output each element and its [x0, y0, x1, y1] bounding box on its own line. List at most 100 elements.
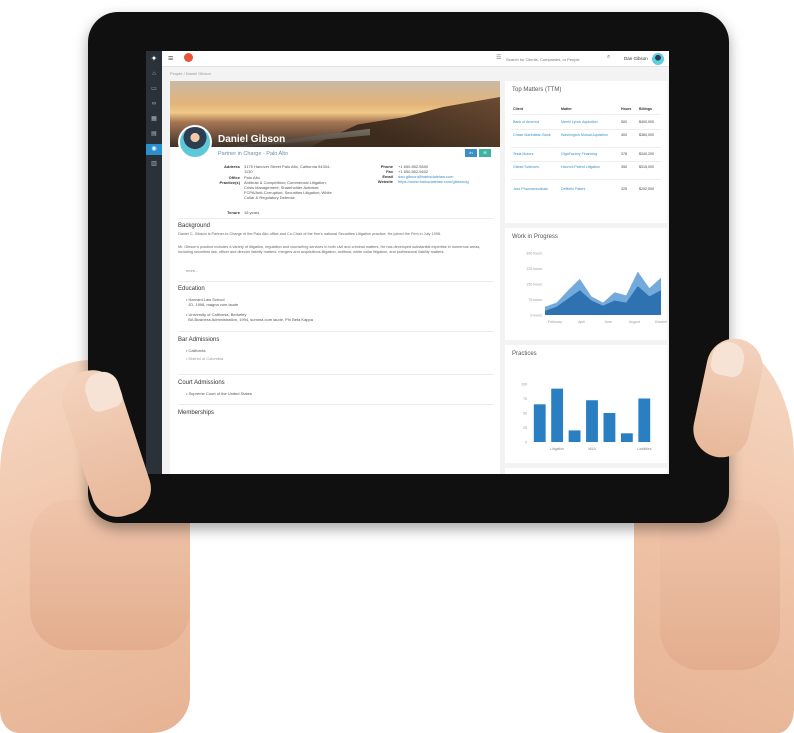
right-hand-fingers — [660, 500, 780, 670]
matter-hours: 400 — [621, 133, 627, 137]
divider — [178, 374, 493, 375]
divider — [511, 114, 661, 115]
background-title: Background — [178, 223, 211, 229]
app-logo-icon[interactable]: ✦ — [146, 51, 162, 67]
column-header-matter[interactable]: Matter — [561, 107, 572, 111]
profile-name: Daniel Gibson — [218, 134, 286, 145]
x-tick-label: October — [655, 320, 667, 324]
practice-bar — [603, 413, 616, 442]
work-in-progress-card: Work in Progress 300 hours 225 hours 150 h… — [505, 228, 667, 340]
x-tick-label: February — [548, 320, 562, 324]
profile-title: Partner in Charge - Palo Alto — [218, 151, 289, 157]
matter-client[interactable]: Bank of America — [513, 120, 557, 125]
search-input[interactable] — [506, 55, 606, 63]
matter-billings: $340,200 — [639, 152, 654, 156]
background-paragraph-1: Daniel C. Gibson is Partner-in-Charge of… — [178, 232, 441, 236]
memberships-title: Memberships — [178, 410, 215, 416]
column-header-hours[interactable]: Hours — [621, 107, 631, 111]
menu-icon[interactable]: ≡ — [168, 53, 173, 63]
people-icon: ◉ — [151, 146, 157, 152]
practices-title: Practices — [512, 351, 537, 357]
matter-client[interactable]: Jazz Pharmaceuticals — [513, 187, 557, 192]
practices-card: Practices 100 75 50 25 0 Litigation M&A Liabili… — [505, 345, 667, 463]
top-matters-card: Top Matters (TTM) Client Matter Hours Bi… — [505, 81, 667, 223]
column-header-client[interactable]: Client — [513, 107, 523, 111]
y-tick-label: 300 hours — [526, 252, 542, 256]
matter-billings: $360,000 — [639, 133, 654, 137]
filter-icon[interactable]: ☰ — [496, 54, 501, 61]
sidebar-item-home[interactable]: ⌂ — [146, 69, 162, 80]
sidebar-item-briefcase[interactable]: ▭ — [146, 84, 162, 95]
divider — [178, 404, 493, 405]
sidebar-item-people[interactable]: ◉ — [146, 144, 162, 155]
chart-icon: ▥ — [151, 161, 157, 167]
matter-hours: 378 — [621, 152, 627, 156]
sidebar-item-link[interactable]: ∞ — [146, 99, 162, 110]
website-link[interactable]: https://www.barksdalelaw.com/gibsondg — [398, 179, 498, 184]
matter-name[interactable]: Merrill Lynch Aquisition — [561, 120, 617, 125]
matter-hours: 325 — [621, 187, 627, 191]
divider — [511, 179, 661, 180]
divider — [511, 161, 661, 162]
practice-bar — [586, 400, 598, 442]
practice-bar — [533, 404, 546, 442]
bar-admissions-title: Bar Admissions — [178, 337, 220, 343]
breadcrumb[interactable]: People / Daniel Gibson — [170, 71, 211, 76]
profile-card: Daniel Gibson Partner in Charge - Palo A… — [170, 81, 500, 474]
top-bar: ✦ ≡ ☰ ⌕ Dan Gibson — [146, 51, 669, 67]
email-button[interactable]: ✉ — [479, 149, 491, 157]
linkedin-button[interactable]: in — [465, 149, 477, 157]
sidebar: ⌂ ▭ ∞ ▦ ▤ ◉ ▥ — [146, 67, 162, 474]
y-tick-label: 75 hours — [528, 298, 542, 302]
home-icon: ⌂ — [152, 71, 156, 77]
y-tick-label: 25 — [523, 426, 527, 430]
profile-avatar — [178, 125, 212, 159]
sidebar-item-calendar[interactable]: ▦ — [146, 114, 162, 125]
matter-client[interactable]: Chase Manhattan Bank — [513, 133, 557, 138]
matter-name[interactable]: Harvoni Patent Litigation — [561, 165, 617, 170]
top-matters-title: Top Matters (TTM) — [512, 87, 562, 93]
x-tick-label: Liabilities — [637, 447, 652, 451]
practice-bar — [620, 433, 633, 442]
link-icon: ∞ — [151, 101, 157, 107]
court-admissions-title: Court Admissions — [178, 380, 225, 386]
divider — [178, 281, 493, 282]
card-icon: ▤ — [151, 131, 157, 137]
education-title: Education — [178, 286, 205, 292]
sidebar-item-card[interactable]: ▤ — [146, 129, 162, 140]
website-label: Website — [377, 179, 393, 184]
work-in-progress-chart: 300 hours 225 hours 150 hours 75 hours 0 hou… — [526, 252, 667, 325]
column-header-billings[interactable]: Billings — [639, 107, 652, 111]
banner-hill — [310, 97, 500, 147]
user-avatar[interactable] — [652, 53, 664, 65]
tenure-label: Tenure — [226, 210, 240, 215]
notification-icon[interactable] — [184, 53, 193, 62]
matter-client[interactable]: Tesla Motors — [513, 152, 557, 157]
tenure-value: 18 years — [244, 210, 260, 215]
matter-name[interactable]: Defitelio Patent — [561, 187, 617, 192]
y-tick-label: 225 hours — [526, 267, 542, 271]
address-label: Address — [223, 164, 240, 169]
divider — [178, 331, 493, 332]
sidebar-item-chart[interactable]: ▥ — [146, 159, 162, 170]
briefcase-icon: ▭ — [151, 86, 157, 92]
matter-billings: $400,000 — [639, 120, 654, 124]
y-tick-label: 100 — [521, 383, 527, 387]
x-tick-label: Litigation — [550, 447, 564, 451]
y-tick-label: 0 hours — [530, 314, 542, 318]
matter-name[interactable]: GigaFactory Financing — [561, 152, 617, 157]
x-tick-label: August — [629, 320, 640, 324]
user-name[interactable]: Dan Gibson — [624, 56, 648, 61]
matter-billings: $292,500 — [639, 187, 654, 191]
practices-label: Practice(s) — [219, 180, 240, 185]
practice-bar — [638, 398, 651, 442]
divider — [511, 129, 661, 130]
matter-client[interactable]: Gilead Sciences — [513, 165, 557, 170]
more-link[interactable]: more... — [186, 268, 198, 273]
education-item: • Harvard Law School JD, 1998, magna cum… — [186, 297, 239, 307]
matter-hours: 350 — [621, 165, 627, 169]
matter-billings: $315,000 — [639, 165, 654, 169]
matter-name[interactable]: Washington Mutual Aquisition — [561, 133, 617, 138]
court-admission-item: • Supreme Court of the United States — [186, 391, 252, 396]
search-icon[interactable]: ⌕ — [607, 54, 610, 61]
